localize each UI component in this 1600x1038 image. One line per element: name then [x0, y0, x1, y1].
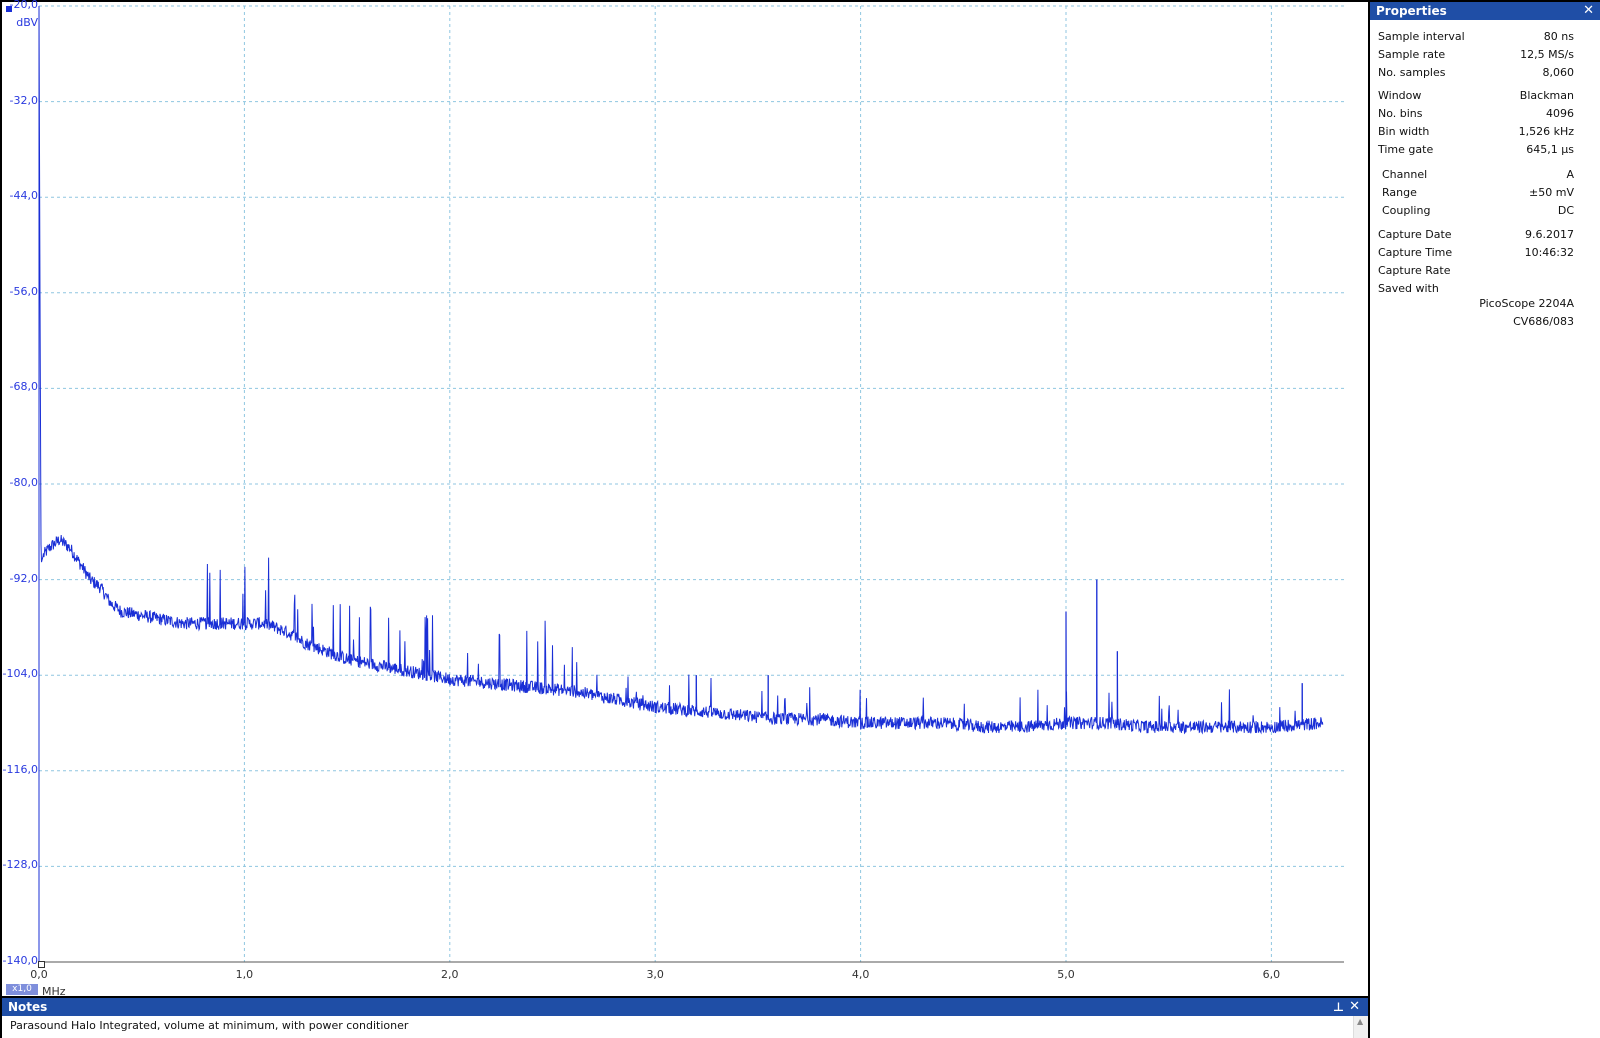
property-label: Range: [1382, 186, 1417, 199]
y-tick-label: -44,0: [9, 189, 38, 203]
property-value: 8,060: [1542, 66, 1575, 79]
property-value: Blackman: [1519, 89, 1574, 102]
close-icon[interactable]: ✕: [1583, 2, 1594, 20]
y-tick-label: -56,0: [9, 284, 38, 298]
property-value: 80 ns: [1543, 30, 1574, 43]
property-value: 1,526 kHz: [1518, 125, 1574, 138]
spectrum-plot: [38, 5, 1344, 963]
property-value: A: [1566, 168, 1574, 181]
property-label: Channel: [1382, 168, 1428, 181]
property-label: Sample rate: [1378, 48, 1446, 61]
close-icon[interactable]: ✕: [1349, 998, 1360, 1016]
property-row: No. bins 4096: [1370, 106, 1574, 122]
property-row: Range ±50 mV: [1370, 185, 1574, 201]
property-label: Time gate: [1378, 143, 1434, 156]
property-value: 12,5 MS/s: [1520, 48, 1574, 61]
x-tick-label: 3,0: [646, 968, 664, 981]
x-tick-label: 6,0: [1262, 968, 1281, 981]
property-row: Sample interval 80 ns: [1370, 29, 1574, 45]
property-label: Sample interval: [1378, 30, 1465, 43]
properties-title: Properties: [1376, 4, 1447, 18]
property-value: ±50 mV: [1529, 186, 1574, 199]
property-value: DC: [1557, 204, 1574, 217]
property-row: No. samples 8,060: [1370, 65, 1574, 81]
property-value: PicoScope 2204A: [1479, 297, 1574, 310]
zoom-badge[interactable]: x1,0: [6, 984, 38, 995]
y-tick-label: -92,0: [9, 571, 38, 585]
x-tick-label: 2,0: [441, 968, 459, 981]
y-tick-label: -80,0: [9, 476, 38, 489]
x-tick-label: 0,0: [30, 968, 48, 981]
saved-with-line: PicoScope 2204A: [1370, 296, 1574, 312]
y-tick-label: -32,0: [9, 93, 38, 107]
property-value: 10:46:32: [1524, 246, 1574, 259]
scroll-up-icon[interactable]: ▲: [1357, 1017, 1363, 1026]
property-label: Saved with: [1378, 282, 1439, 295]
notes-title: Notes: [8, 1000, 48, 1014]
picoscope-window: dBV -20,0 -32,0 -44,0 -56,0 -68,0 -80,0 -92,0 -…: [0, 0, 1600, 1038]
property-row: Capture Time 10:46:32: [1370, 245, 1574, 261]
property-row: Capture Rate: [1370, 263, 1574, 279]
property-label: Coupling: [1382, 204, 1431, 217]
pin-icon[interactable]: ⊥: [1333, 998, 1344, 1016]
y-tick-label: -68,0: [9, 380, 38, 394]
property-row: Channel A: [1370, 167, 1574, 183]
properties-header: Properties ✕: [1370, 2, 1600, 20]
property-label: Bin width: [1378, 125, 1430, 138]
x-tick-label: 5,0: [1057, 968, 1075, 981]
y-tick-label: -20,0: [9, 0, 38, 11]
property-label: No. samples: [1378, 66, 1446, 79]
property-label: Capture Time: [1378, 246, 1453, 259]
property-label: No. bins: [1378, 107, 1423, 120]
notes-panel: Notes ⊥ ✕ Parasound Halo Integrated, vol…: [2, 998, 1368, 1038]
x-tick-label: 1,0: [235, 968, 254, 981]
x-axis-unit: MHz: [42, 985, 66, 998]
property-row: Window Blackman: [1370, 88, 1574, 104]
property-value: CV686/083: [1513, 315, 1574, 328]
y-tick-label: -128,0: [2, 858, 38, 872]
property-label: Window: [1378, 89, 1422, 102]
saved-with-line: CV686/083: [1370, 314, 1574, 330]
notes-scrollbar[interactable]: ▲: [1353, 1016, 1368, 1038]
y-tick-label: -104,0: [2, 667, 38, 681]
property-row: Capture Date 9.6.2017: [1370, 227, 1574, 243]
spectrum-view[interactable]: dBV -20,0 -32,0 -44,0 -56,0 -68,0 -80,0 -92,0 -…: [2, 0, 1368, 998]
property-value: 4096: [1546, 107, 1574, 120]
properties-panel: Properties ✕ Sample interval 80 ns Sample …: [1370, 2, 1600, 1038]
spectrum-trace: [38, 5, 1324, 735]
property-label: Capture Date: [1378, 228, 1452, 241]
property-row: Bin width 1,526 kHz: [1370, 124, 1574, 140]
y-tick-label: -140,0: [2, 954, 38, 967]
x-tick-label: 4,0: [851, 968, 870, 981]
y-tick-label: -116,0: [2, 762, 38, 776]
property-value: 9.6.2017: [1525, 228, 1574, 241]
y-axis-unit: dBV: [16, 16, 38, 29]
axis-origin-handle[interactable]: [38, 961, 45, 968]
property-label: Capture Rate: [1378, 264, 1451, 277]
property-row: Sample rate 12,5 MS/s: [1370, 47, 1574, 63]
notes-header: Notes ⊥ ✕: [2, 998, 1368, 1016]
property-row: Time gate 645,1 µs: [1370, 142, 1574, 158]
property-value: 645,1 µs: [1526, 143, 1574, 156]
property-row: Coupling DC: [1370, 203, 1574, 219]
property-row: Saved with: [1370, 281, 1574, 297]
notes-text[interactable]: Parasound Halo Integrated, volume at min…: [2, 1016, 1368, 1035]
